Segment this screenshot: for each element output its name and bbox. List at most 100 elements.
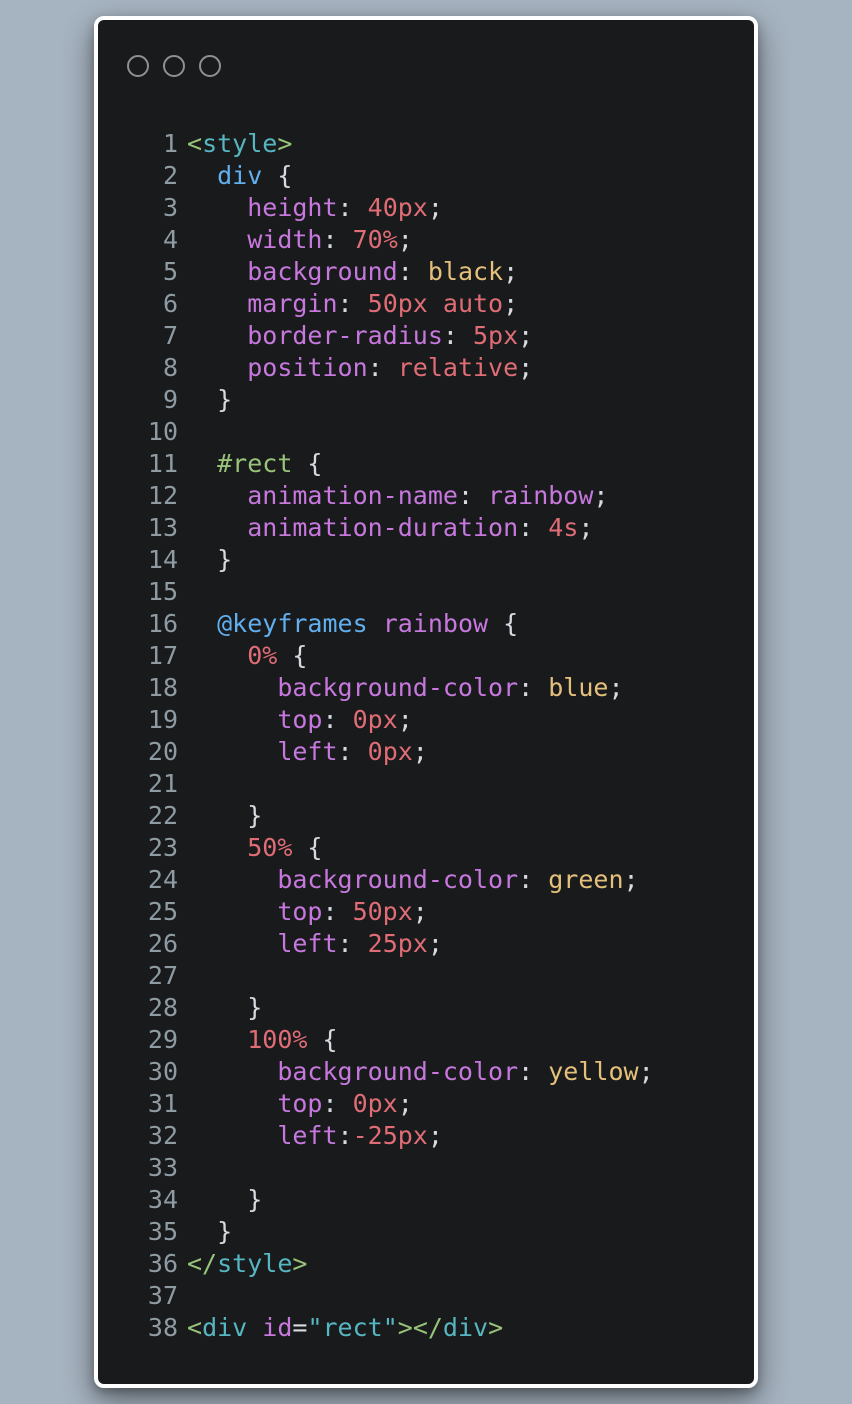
line-number: 38 bbox=[147, 1313, 178, 1342]
code-token: 25px bbox=[367, 929, 428, 958]
window-control-circle-icon[interactable] bbox=[127, 55, 149, 77]
code-token: 70% bbox=[352, 225, 398, 254]
line-number: 8 bbox=[162, 353, 178, 382]
code-token: ; bbox=[623, 865, 639, 894]
code-line: 12 animation-name: rainbow; bbox=[98, 480, 754, 512]
code-token: : bbox=[457, 481, 489, 510]
line-content: } bbox=[187, 384, 232, 416]
line-number: 19 bbox=[147, 705, 178, 734]
code-token: green bbox=[548, 865, 624, 894]
line-content: div { bbox=[187, 160, 292, 192]
code-line: 20 left: 0px; bbox=[98, 736, 754, 768]
line-content: 50% { bbox=[187, 832, 322, 864]
line-number: 13 bbox=[147, 513, 178, 542]
code-line: 16 @keyframes rainbow { bbox=[98, 608, 754, 640]
code-line: 4 width: 70%; bbox=[98, 224, 754, 256]
line-number: 24 bbox=[147, 865, 178, 894]
code-token: 50px bbox=[352, 897, 413, 926]
code-line: 5 background: black; bbox=[98, 256, 754, 288]
code-token: ; bbox=[397, 1089, 413, 1118]
line-number: 5 bbox=[162, 257, 178, 286]
code-token: ; bbox=[412, 897, 428, 926]
line-number: 26 bbox=[147, 929, 178, 958]
code-token: ; bbox=[518, 321, 534, 350]
code-line: 32 left:-25px; bbox=[98, 1120, 754, 1152]
line-content: background-color: blue; bbox=[187, 672, 624, 704]
code-token: yellow bbox=[548, 1057, 639, 1086]
code-line: 19 top: 0px; bbox=[98, 704, 754, 736]
line-number: 9 bbox=[162, 385, 178, 414]
line-content: left: 0px; bbox=[187, 736, 428, 768]
code-token: -25px bbox=[352, 1121, 428, 1150]
code-token: left bbox=[277, 1121, 338, 1150]
line-number: 1 bbox=[162, 129, 178, 158]
code-token: : bbox=[322, 897, 353, 926]
code-token: } bbox=[187, 1217, 233, 1246]
code-token: ; bbox=[578, 513, 594, 542]
code-token: width bbox=[247, 225, 323, 254]
line-content: } bbox=[187, 1216, 232, 1248]
code-token: background-color bbox=[277, 673, 519, 702]
code-token: : bbox=[518, 1057, 549, 1086]
code-token: 0px bbox=[352, 705, 398, 734]
line-number: 12 bbox=[147, 481, 178, 510]
code-token: ; bbox=[608, 673, 624, 702]
code-token: margin bbox=[247, 289, 338, 318]
window-control-circle-icon[interactable] bbox=[199, 55, 221, 77]
code-token: height bbox=[247, 193, 338, 222]
line-content: background-color: green; bbox=[187, 864, 639, 896]
line-number: 30 bbox=[147, 1057, 178, 1086]
line-number: 15 bbox=[147, 577, 178, 606]
code-token: left bbox=[277, 737, 338, 766]
code-line: 27 bbox=[98, 960, 754, 992]
code-line: 2 div { bbox=[98, 160, 754, 192]
code-line: 21 bbox=[98, 768, 754, 800]
line-content: #rect { bbox=[187, 448, 322, 480]
line-number: 22 bbox=[147, 801, 178, 830]
code-line: 9 } bbox=[98, 384, 754, 416]
code-token: } bbox=[187, 801, 263, 830]
code-token: background-color bbox=[277, 865, 519, 894]
line-number: 28 bbox=[147, 993, 178, 1022]
code-token: 0px bbox=[367, 737, 413, 766]
code-token: animation-name bbox=[247, 481, 458, 510]
line-number: 25 bbox=[147, 897, 178, 926]
code-token: { bbox=[292, 833, 323, 862]
code-token: blue bbox=[548, 673, 609, 702]
code-token: #rect bbox=[217, 449, 293, 478]
code-token: 50% bbox=[247, 833, 293, 862]
code-token: black bbox=[427, 257, 504, 286]
code-token: ; bbox=[397, 705, 413, 734]
code-token: : bbox=[337, 929, 368, 958]
code-token: </ bbox=[187, 1249, 218, 1278]
window-control-circle-icon[interactable] bbox=[163, 55, 185, 77]
line-content: } bbox=[187, 992, 262, 1024]
code-token: { bbox=[262, 161, 293, 190]
line-number: 34 bbox=[147, 1185, 178, 1214]
line-number: 4 bbox=[162, 225, 178, 254]
code-line: 25 top: 50px; bbox=[98, 896, 754, 928]
window-controls bbox=[127, 55, 221, 77]
code-token: 4s bbox=[548, 513, 579, 542]
code-token: } bbox=[187, 385, 233, 414]
code-token: ; bbox=[427, 193, 443, 222]
code-token: } bbox=[187, 993, 263, 1022]
code-token: : bbox=[518, 673, 549, 702]
code-line: 7 border-radius: 5px; bbox=[98, 320, 754, 352]
code-line: 34 } bbox=[98, 1184, 754, 1216]
code-token: ; bbox=[503, 257, 519, 286]
line-content: 100% { bbox=[187, 1024, 337, 1056]
code-token: ></ bbox=[397, 1313, 443, 1342]
code-token: relative bbox=[397, 353, 519, 382]
